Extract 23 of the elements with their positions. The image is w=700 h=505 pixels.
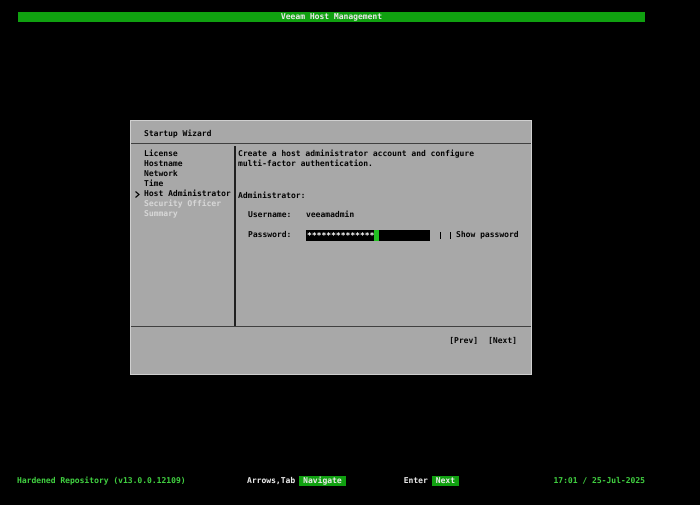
field-label: Password: [248,230,292,240]
wizard-step[interactable]: Host Administrator [144,189,231,199]
username-value: veeamadmin [306,210,354,220]
key-hint: Arrows,Tab [247,476,296,486]
checkbox[interactable] [440,232,451,238]
wizard-step[interactable]: License [144,149,178,159]
wizard-button[interactable]: [Next] [488,336,517,346]
key-hint: Enter [404,476,428,486]
date-time: 17:01 / 25-Jul-2025 [553,476,645,486]
field-label: Username: [248,210,292,220]
window-title: Veeam Host Management [280,12,382,22]
checkbox-label: Show password [456,230,519,240]
password-field[interactable]: ************** [306,230,430,240]
wizard-button[interactable]: [Prev] [449,336,478,346]
dialog-title: Startup Wizard [131,121,531,144]
description-text: Create a host administrator account and configure multi-factor authentication. [238,149,476,169]
action-label: Next [432,476,460,486]
wizard-step[interactable]: Network [144,169,178,179]
wizard-step[interactable]: Time [144,179,164,189]
section-label: Administrator: [238,191,306,201]
product-version: Hardened Repository (v13.0.0.12109) [17,476,187,486]
wizard-step[interactable]: Hostname [144,159,183,169]
action-label: Navigate [299,476,346,486]
